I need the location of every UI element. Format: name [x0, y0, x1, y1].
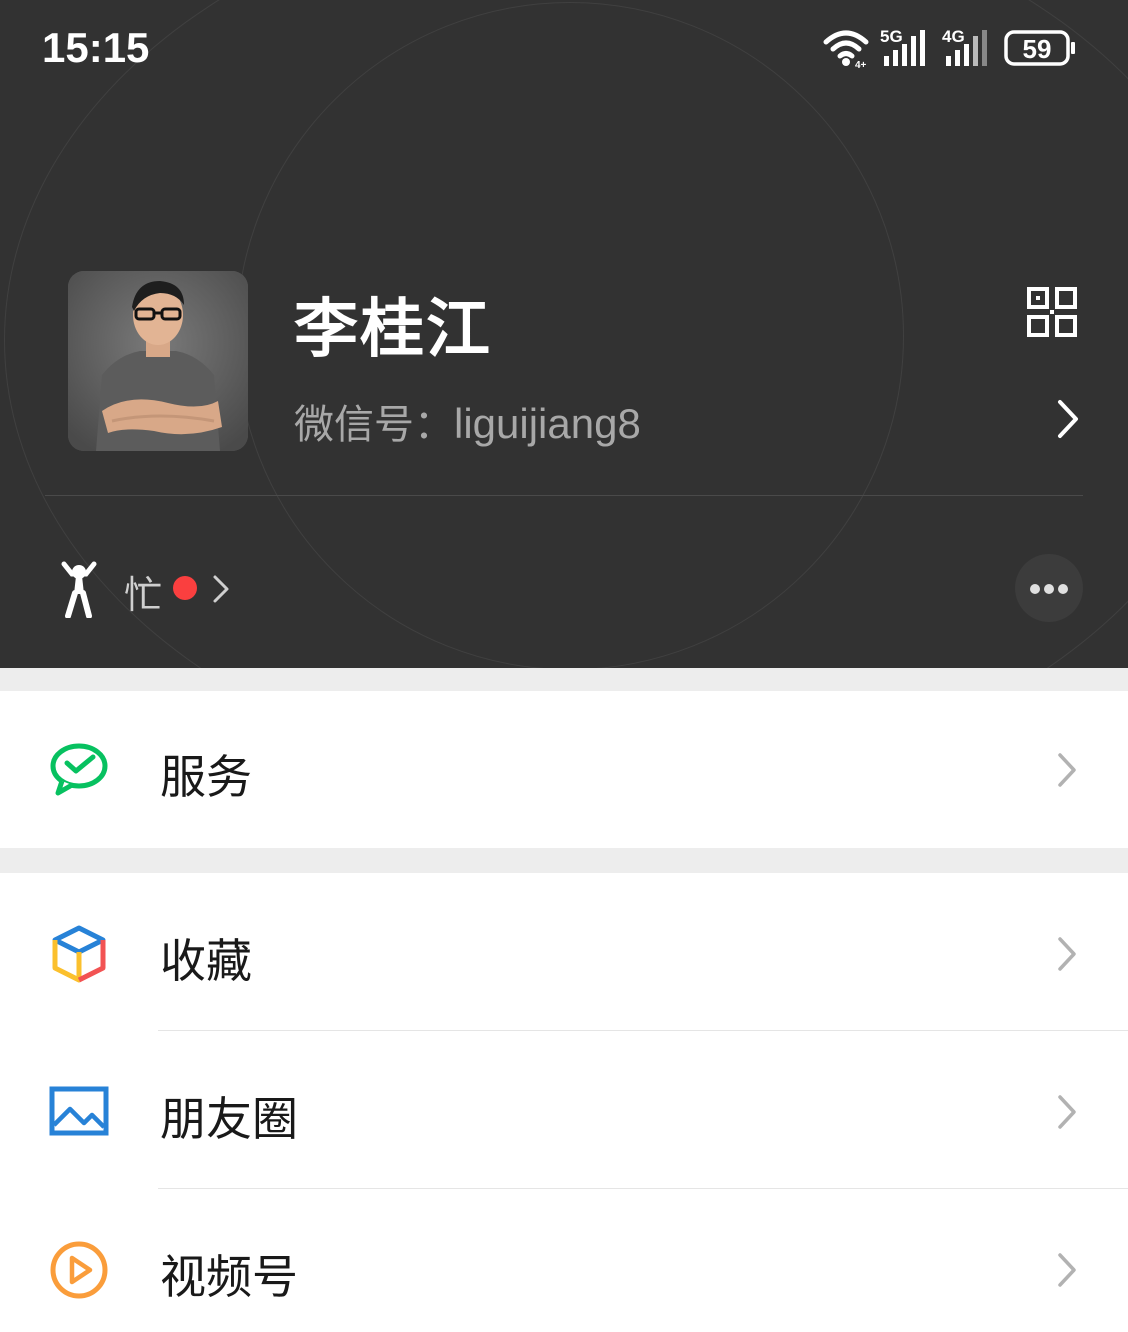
menu-item-label: 收藏 [160, 934, 252, 988]
menu-group-main: 收藏 朋友圈 视频号 [0, 873, 1128, 1332]
profile-nickname: 李桂江 [294, 293, 492, 367]
qr-code-icon[interactable] [1026, 286, 1078, 338]
status-red-dot [173, 576, 197, 600]
profile-header: 15:15 4+ 5G 4G 59 李桂江 微信号：liguijiang8 忙 [0, 0, 1128, 668]
menu-item-services[interactable]: 服务 [0, 691, 1128, 849]
list-divider [158, 1030, 1128, 1031]
status-bar: 15:15 4+ 5G 4G 59 [0, 0, 1128, 100]
menu-item-channels[interactable]: 视频号 [0, 1191, 1128, 1332]
me-screen: 15:15 4+ 5G 4G 59 李桂江 微信号：liguijiang8 忙 … [0, 0, 1128, 1332]
status-icons: 4+ 5G 4G 59 [822, 26, 1082, 74]
chevron-right-icon [1058, 937, 1076, 971]
more-button[interactable] [1015, 554, 1083, 622]
chevron-right-icon [213, 575, 229, 603]
list-divider [158, 1188, 1128, 1189]
status-label: 忙 [124, 573, 163, 617]
wechat-id-label: 微信号： [294, 402, 454, 448]
menu-item-label: 视频号 [160, 1250, 298, 1304]
wechat-id-line: 微信号：liguijiang8 [294, 392, 641, 450]
svg-text:4+: 4+ [855, 60, 867, 70]
favorites-cube-icon [52, 925, 106, 983]
menu-item-label: 服务 [160, 750, 252, 804]
signal-5g-icon: 5G [880, 27, 925, 66]
battery-level: 59 [1023, 34, 1052, 64]
more-dot [1058, 584, 1068, 594]
signal-4g-icon: 4G [942, 27, 987, 66]
wifi-icon: 4+ [823, 30, 869, 70]
profile-chevron-icon[interactable] [1054, 398, 1082, 440]
menu-item-favorites[interactable]: 收藏 [0, 875, 1128, 1033]
wechat-id-value: liguijiang8 [454, 400, 641, 447]
header-divider [45, 495, 1083, 496]
chevron-right-icon [1058, 1253, 1076, 1287]
avatar[interactable] [68, 271, 248, 451]
menu-item-label: 朋友圈 [160, 1092, 298, 1146]
channels-play-icon [50, 1241, 108, 1299]
avatar-photo [68, 271, 248, 451]
moments-image-icon [49, 1086, 109, 1136]
menu-item-moments[interactable]: 朋友圈 [0, 1033, 1128, 1191]
network-5g-label: 5G [880, 27, 903, 46]
status-button[interactable]: 忙 [56, 556, 256, 620]
menu-group-services: 服务 [0, 691, 1128, 848]
busy-status-icon [61, 561, 97, 618]
chevron-right-icon [1058, 753, 1076, 787]
chevron-right-icon [1058, 1095, 1076, 1129]
more-dot [1030, 584, 1040, 594]
network-4g-label: 4G [942, 27, 965, 46]
wechat-pay-icon [50, 743, 108, 796]
more-dot [1044, 584, 1054, 594]
battery-icon: 59 [1004, 30, 1075, 66]
status-time: 15:15 [42, 24, 150, 71]
